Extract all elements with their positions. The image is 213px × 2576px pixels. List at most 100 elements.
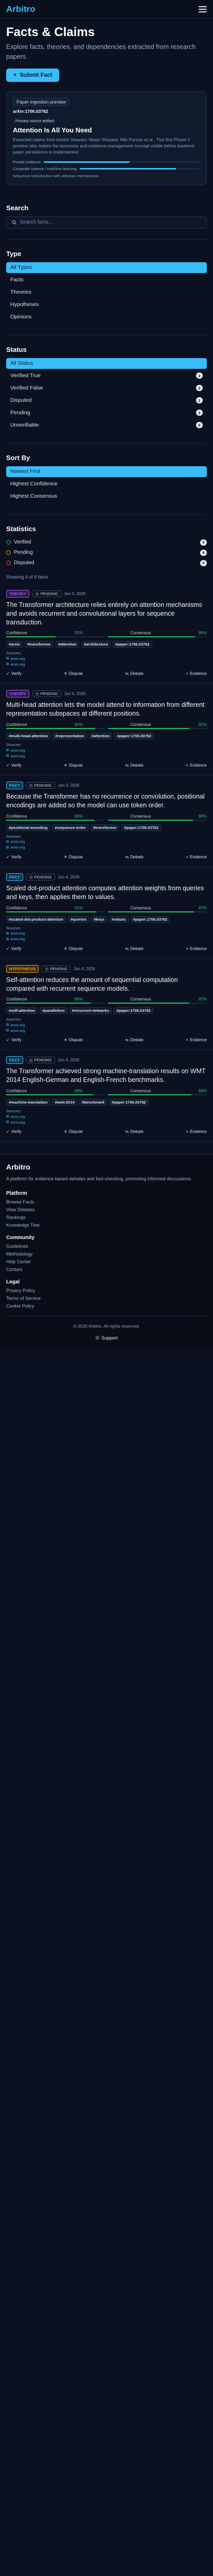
verify-button[interactable]: ✓ Verify bbox=[6, 1038, 22, 1042]
source-link[interactable]: ⧉ arxiv.org bbox=[6, 1022, 207, 1027]
fact-tag[interactable]: #paper:1706.03762 bbox=[109, 1099, 149, 1106]
fact-tag[interactable]: #transformer bbox=[90, 824, 120, 831]
sort-option[interactable]: Highest Consensus bbox=[6, 491, 207, 502]
debate-button[interactable]: ⇆ Debate bbox=[125, 1129, 144, 1134]
source-link[interactable]: ⧉ arxiv.org bbox=[6, 1114, 207, 1119]
fact-tag[interactable]: #wmt-2014 bbox=[52, 1099, 77, 1106]
verify-button[interactable]: ✓ Verify bbox=[6, 946, 22, 951]
fact-tag[interactable]: #paper:1706.03762 bbox=[112, 641, 152, 648]
footer-link[interactable]: View Debates bbox=[6, 1207, 207, 1212]
dispute-button[interactable]: ✕ Dispute bbox=[64, 671, 83, 676]
source-link[interactable]: ⧉ arxiv.org bbox=[6, 753, 207, 758]
fact-tag[interactable]: #attention bbox=[55, 641, 79, 648]
evidence-button[interactable]: + Evidence bbox=[186, 1038, 207, 1042]
status-filter-item[interactable]: Verified False 0 bbox=[6, 383, 207, 394]
fact-tag[interactable]: #multi-head-attention bbox=[6, 733, 51, 740]
fact-tag[interactable]: #parallelism bbox=[40, 1007, 67, 1014]
footer-logo[interactable]: Arbitro bbox=[6, 1163, 207, 1171]
fact-card[interactable]: THEORY ◷ PENDING Jun 4, 2026 The Transformer… bbox=[0, 584, 213, 684]
fact-tag[interactable]: #queries bbox=[68, 916, 90, 923]
evidence-button[interactable]: + Evidence bbox=[186, 855, 207, 859]
source-link[interactable]: ⧉ arxiv.org bbox=[6, 1120, 207, 1125]
status-filter-item[interactable]: Unverifiable 0 bbox=[6, 420, 207, 431]
fact-claim[interactable]: Self-attention reduces the amount of seq… bbox=[6, 976, 207, 993]
fact-tag[interactable]: #paper:1706.03762 bbox=[114, 1007, 153, 1014]
debate-button[interactable]: ⇆ Debate bbox=[125, 763, 144, 768]
support-button[interactable]: ◎ Support bbox=[6, 1335, 207, 1341]
footer-link[interactable]: Help Center bbox=[6, 1259, 207, 1264]
fact-card[interactable]: FACT ◷ PENDING Jun 4, 2026 Because the Trans… bbox=[0, 775, 213, 867]
fact-claim[interactable]: Because the Transformer has no recurrenc… bbox=[6, 792, 207, 810]
source-link[interactable]: ⧉ arxiv.org bbox=[6, 662, 207, 667]
fact-tag[interactable]: #sequence-order bbox=[52, 824, 88, 831]
fact-tag[interactable]: #paper:1706.03762 bbox=[130, 916, 170, 923]
footer-link[interactable]: Guidelines bbox=[6, 1244, 207, 1249]
fact-tag[interactable]: #recurrent-networks bbox=[69, 1007, 112, 1014]
search-box[interactable] bbox=[6, 216, 207, 229]
source-link[interactable]: ⧉ arxiv.org bbox=[6, 656, 207, 661]
search-input[interactable] bbox=[20, 219, 201, 226]
source-link[interactable]: ⧉ arxiv.org bbox=[6, 1028, 207, 1033]
type-filter-item[interactable]: Hypotheses bbox=[6, 299, 207, 310]
fact-tag[interactable]: #self-attention bbox=[6, 1007, 38, 1014]
fact-claim[interactable]: Scaled dot-product attention computes at… bbox=[6, 884, 207, 902]
fact-claim[interactable]: The Transformer achieved strong machine-… bbox=[6, 1067, 207, 1084]
source-link[interactable]: ⧉ arxiv.org bbox=[6, 845, 207, 850]
fact-tag[interactable]: #paper:1706.03762 bbox=[114, 733, 154, 740]
verify-button[interactable]: ✓ Verify bbox=[6, 1129, 22, 1134]
fact-tag[interactable]: #machine-translation bbox=[6, 1099, 50, 1106]
evidence-button[interactable]: + Evidence bbox=[186, 671, 207, 676]
debate-button[interactable]: ⇆ Debate bbox=[125, 855, 144, 859]
fact-tag[interactable]: #architecture bbox=[81, 641, 111, 648]
dispute-button[interactable]: ✕ Dispute bbox=[64, 946, 83, 951]
debate-button[interactable]: ⇆ Debate bbox=[125, 946, 144, 951]
dispute-button[interactable]: ✕ Dispute bbox=[64, 1129, 83, 1134]
evidence-button[interactable]: + Evidence bbox=[186, 946, 207, 951]
source-link[interactable]: ⧉ arxiv.org bbox=[6, 839, 207, 844]
evidence-button[interactable]: + Evidence bbox=[186, 763, 207, 768]
debate-button[interactable]: ⇆ Debate bbox=[125, 671, 144, 676]
fact-tag[interactable]: #paper:1706.03762 bbox=[121, 824, 161, 831]
type-filter-item[interactable]: All Types bbox=[6, 262, 207, 273]
type-filter-item[interactable]: Theories bbox=[6, 287, 207, 298]
fact-tag[interactable]: #scaled-dot-product-attention bbox=[6, 916, 66, 923]
fact-tag[interactable]: #transformer bbox=[24, 641, 54, 648]
status-filter-item[interactable]: Verified True 2 bbox=[6, 370, 207, 381]
type-filter-item[interactable]: Opinions bbox=[6, 312, 207, 323]
footer-link[interactable]: Knowledge Tree bbox=[6, 1223, 207, 1228]
verify-button[interactable]: ✓ Verify bbox=[6, 671, 22, 676]
fact-tag[interactable]: #keys bbox=[91, 916, 107, 923]
fact-claim[interactable]: Multi-head attention lets the model atte… bbox=[6, 701, 207, 718]
submit-fact-button[interactable]: + Submit Fact bbox=[6, 68, 60, 82]
fact-tag[interactable]: #benchmark bbox=[79, 1099, 107, 1106]
footer-link[interactable]: Methodology bbox=[6, 1251, 207, 1257]
fact-tag[interactable]: #arxiv bbox=[6, 641, 23, 648]
evidence-button[interactable]: + Evidence bbox=[186, 1129, 207, 1134]
fact-tag[interactable]: #attention bbox=[88, 733, 113, 740]
type-filter-item[interactable]: Facts bbox=[6, 275, 207, 285]
footer-link[interactable]: Cookie Policy bbox=[6, 1303, 207, 1309]
verify-button[interactable]: ✓ Verify bbox=[6, 763, 22, 768]
sort-option[interactable]: Highest Confidence bbox=[6, 479, 207, 489]
footer-link[interactable]: Contact bbox=[6, 1267, 207, 1272]
dispute-button[interactable]: ✕ Dispute bbox=[64, 1038, 83, 1042]
source-link[interactable]: ⧉ arxiv.org bbox=[6, 931, 207, 936]
fact-claim[interactable]: The Transformer architecture relies enti… bbox=[6, 601, 207, 627]
hamburger-menu-icon[interactable] bbox=[199, 6, 207, 12]
dispute-button[interactable]: ✕ Dispute bbox=[64, 763, 83, 768]
app-logo[interactable]: Arbitro bbox=[6, 4, 36, 14]
status-filter-item[interactable]: Pending 3 bbox=[6, 408, 207, 418]
footer-link[interactable]: Terms of Service bbox=[6, 1296, 207, 1301]
fact-card[interactable]: THEORY ◷ PENDING Jun 4, 2026 Multi-head atte… bbox=[0, 684, 213, 776]
verify-button[interactable]: ✓ Verify bbox=[6, 855, 22, 859]
source-link[interactable]: ⧉ arxiv.org bbox=[6, 748, 207, 753]
footer-link[interactable]: Privacy Policy bbox=[6, 1288, 207, 1293]
status-filter-item[interactable]: Disputed 1 bbox=[6, 395, 207, 406]
footer-link[interactable]: Rankings bbox=[6, 1215, 207, 1220]
fact-card[interactable]: FACT ◷ PENDING Jun 4, 2026 Scaled dot-produc… bbox=[0, 867, 213, 959]
debate-button[interactable]: ⇆ Debate bbox=[125, 1038, 144, 1042]
status-filter-item[interactable]: All Status bbox=[6, 358, 207, 369]
fact-tag[interactable]: #values bbox=[109, 916, 129, 923]
footer-link[interactable]: Browse Facts bbox=[6, 1199, 207, 1205]
fact-tag[interactable]: #representation bbox=[52, 733, 87, 740]
